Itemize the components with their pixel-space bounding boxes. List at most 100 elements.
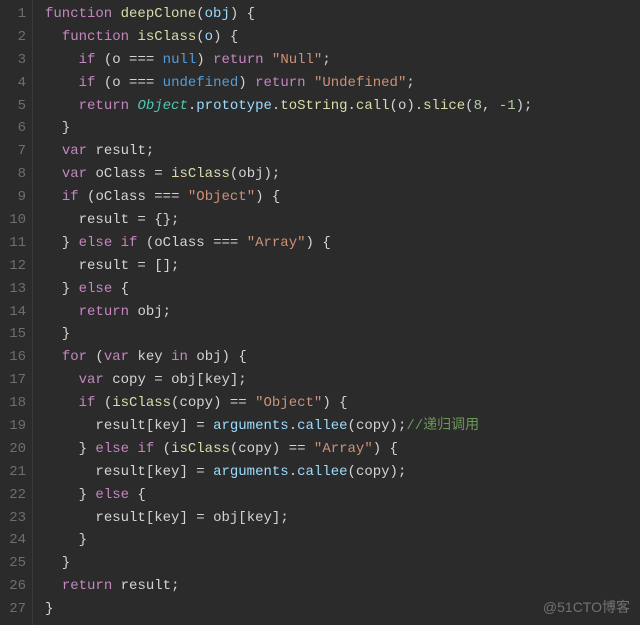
code-line: if (o === undefined) return "Undefined"; [45, 72, 640, 95]
token-op: === [213, 235, 238, 251]
token-pun: ); [516, 98, 533, 114]
token-pun: } [45, 441, 95, 457]
line-number: 3 [0, 49, 26, 72]
token-kw: else [95, 487, 129, 503]
line-number: 5 [0, 95, 26, 118]
token-pun: ; [322, 52, 330, 68]
code-line: } else if (isClass(copy) == "Array") { [45, 438, 640, 461]
token-id: result [95, 510, 145, 526]
token-kw: function [62, 29, 129, 45]
token-pun: ( [390, 98, 398, 114]
token-str: "Object" [255, 395, 322, 411]
token-pun: ( [79, 189, 96, 205]
token-pun: [ [146, 418, 154, 434]
token-str: "Array" [314, 441, 373, 457]
token-pun: = [146, 372, 171, 388]
token-kw: return [62, 578, 112, 594]
token-pun: . [289, 418, 297, 434]
token-kw: else [95, 441, 129, 457]
token-const: undefined [163, 75, 239, 91]
token-pun: ) [196, 52, 213, 68]
token-id: key [137, 349, 162, 365]
code-line: return result; [45, 575, 640, 598]
token-pun: ); [390, 418, 407, 434]
token-kw: function [45, 6, 112, 22]
line-number: 15 [0, 323, 26, 346]
code-line: var copy = obj[key]; [45, 369, 640, 392]
token-id: result [121, 578, 171, 594]
token-pun [45, 578, 62, 594]
token-fn: call [356, 98, 390, 114]
token-pun [205, 235, 213, 251]
code-line: } else { [45, 278, 640, 301]
token-pun [45, 395, 79, 411]
token-pun: } [45, 326, 70, 342]
token-pun [45, 29, 62, 45]
token-str: "Array" [247, 235, 306, 251]
token-fn: isClass [112, 395, 171, 411]
code-line: } [45, 323, 640, 346]
code-line: function isClass(o) { [45, 26, 640, 49]
token-pun [146, 189, 154, 205]
token-pun: ( [465, 98, 473, 114]
token-id: key [247, 510, 272, 526]
token-pun [45, 258, 79, 274]
code-line: for (var key in obj) { [45, 346, 640, 369]
token-kw: in [171, 349, 188, 365]
token-kw: if [79, 395, 96, 411]
token-id: key [154, 510, 179, 526]
token-op: == [289, 441, 306, 457]
token-id: result [95, 418, 145, 434]
token-pun [264, 52, 272, 68]
token-pun: = [146, 166, 171, 182]
code-line: result[key] = arguments.callee(copy); [45, 461, 640, 484]
token-pun: } [45, 487, 95, 503]
line-number-gutter: 1234567891011121314151617181920212223242… [0, 0, 33, 625]
code-line: return obj; [45, 301, 640, 324]
token-pun [45, 418, 95, 434]
token-pun: ( [348, 418, 356, 434]
token-pun [306, 441, 314, 457]
line-number: 11 [0, 232, 26, 255]
token-pun [121, 52, 129, 68]
token-pun: ) { [230, 6, 255, 22]
code-line: } else { [45, 484, 640, 507]
token-kw: var [62, 143, 87, 159]
token-id: obj [137, 304, 162, 320]
code-editor: 1234567891011121314151617181920212223242… [0, 0, 640, 625]
token-kw: return [255, 75, 305, 91]
token-fn: isClass [171, 441, 230, 457]
token-str: "Undefined" [314, 75, 406, 91]
token-pun: ( [348, 464, 356, 480]
token-id: oClass [154, 235, 204, 251]
token-param: obj [205, 6, 230, 22]
token-pun: . [348, 98, 356, 114]
line-number: 9 [0, 186, 26, 209]
token-id: oClass [95, 189, 145, 205]
token-str: "Object" [188, 189, 255, 205]
token-pun: [ [146, 464, 154, 480]
line-number: 14 [0, 301, 26, 324]
line-number: 26 [0, 575, 26, 598]
token-cmt: //递归调用 [406, 418, 479, 434]
token-prop: prototype [196, 98, 272, 114]
code-line: result[key] = obj[key]; [45, 507, 640, 530]
line-number: 8 [0, 163, 26, 186]
token-pun [45, 349, 62, 365]
token-num: 8 [474, 98, 482, 114]
token-pun: = []; [129, 258, 179, 274]
token-fn: isClass [171, 166, 230, 182]
token-pun: = {}; [129, 212, 179, 228]
token-kw: if [62, 189, 79, 205]
line-number: 1 [0, 3, 26, 26]
token-pun [45, 189, 62, 205]
token-id: key [154, 418, 179, 434]
line-number: 20 [0, 438, 26, 461]
token-id: obj [213, 510, 238, 526]
token-pun [247, 395, 255, 411]
token-str: "Null" [272, 52, 322, 68]
token-kw: return [213, 52, 263, 68]
token-pun: . [289, 464, 297, 480]
code-pane: function deepClone(obj) { function isCla… [33, 0, 640, 625]
token-pun: } [45, 120, 70, 136]
